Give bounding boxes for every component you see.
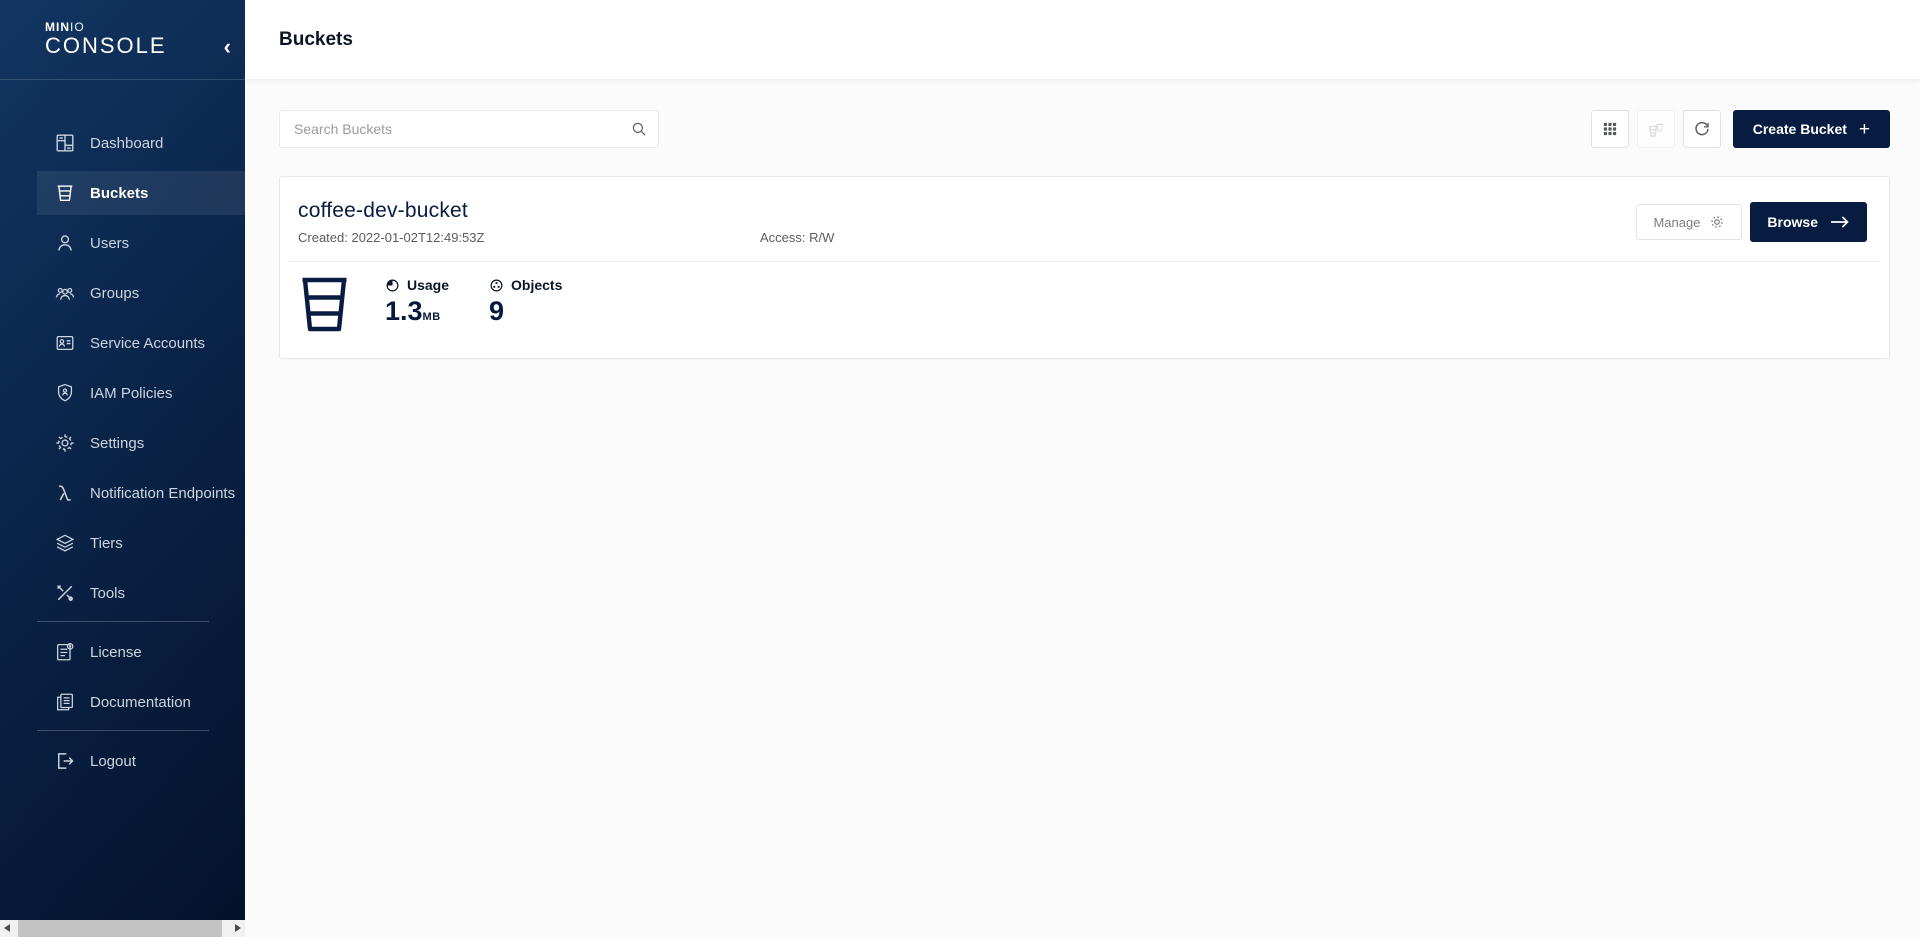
sidebar-item-logout[interactable]: Logout: [37, 739, 245, 783]
search-input[interactable]: [279, 110, 659, 148]
browse-label: Browse: [1767, 214, 1818, 230]
bucket-icon: [300, 277, 349, 332]
usage-metric: Usage 1.3MB: [385, 277, 449, 325]
bucket-card-header: coffee-dev-bucket Created: 2022-01-02T12…: [280, 177, 1889, 261]
sidebar-item-label: Tools: [90, 585, 125, 602]
bucket-meta: Created: 2022-01-02T12:49:53Z Access: R/…: [298, 230, 834, 245]
sidebar-item-label: Documentation: [90, 694, 191, 711]
refresh-icon: [1692, 119, 1712, 139]
page-header: Buckets: [245, 0, 1920, 80]
sidebar-item-tiers[interactable]: Tiers: [37, 521, 245, 565]
sidebar-item-label: Settings: [90, 435, 144, 452]
bucket-card-info: coffee-dev-bucket Created: 2022-01-02T12…: [298, 199, 834, 245]
grid-view-icon: [1600, 119, 1620, 139]
service-accounts-icon: [53, 332, 76, 355]
sidebar-item-label: Service Accounts: [90, 335, 205, 352]
sidebar-item-label: Logout: [90, 753, 136, 770]
bucket-access: Access: R/W: [760, 230, 834, 245]
sidebar-item-tools[interactable]: Tools: [37, 571, 245, 615]
sidebar-item-label: Dashboard: [90, 135, 163, 152]
usage-label-row: Usage: [385, 277, 449, 293]
sidebar-item-label: Buckets: [90, 185, 148, 202]
user-icon: [53, 232, 76, 255]
search-wrap: [279, 110, 659, 148]
sidebar-divider: [37, 621, 209, 622]
sidebar-item-service-accounts[interactable]: Service Accounts: [37, 321, 245, 365]
usage-unit: MB: [423, 311, 441, 323]
scroll-right-arrow-icon[interactable]: [235, 924, 241, 932]
main-content: Create Bucket + coffee-dev-bucket Create…: [245, 80, 1920, 937]
shield-person-icon: [53, 382, 76, 405]
objects-value: 9: [489, 298, 562, 325]
create-bucket-label: Create Bucket: [1753, 121, 1847, 137]
sidebar: MINIO CONSOLE ‹ Dashboard Buckets Users: [0, 0, 245, 937]
scrollbar-thumb[interactable]: [18, 920, 222, 937]
objects-label-row: Objects: [489, 277, 562, 293]
create-bucket-button[interactable]: Create Bucket +: [1733, 110, 1890, 148]
gear-icon: [53, 432, 76, 455]
sidebar-item-dashboard[interactable]: Dashboard: [37, 121, 245, 165]
sidebar-item-label: Tiers: [90, 535, 123, 552]
brand-io-light: IO: [70, 20, 85, 34]
manage-button[interactable]: Manage: [1636, 204, 1742, 240]
sidebar-nav: Dashboard Buckets Users Groups Service A: [0, 80, 245, 783]
brand-min-bold: MIN: [45, 20, 70, 34]
buckets-icon: [53, 182, 76, 205]
objects-icon: [489, 278, 504, 293]
sidebar-item-notification-endpoints[interactable]: Notification Endpoints: [37, 471, 245, 515]
objects-label: Objects: [511, 277, 562, 293]
sidebar-item-label: Groups: [90, 285, 139, 302]
brand-minio: MINIO: [45, 20, 245, 34]
page-title: Buckets: [279, 29, 353, 51]
bucket-name[interactable]: coffee-dev-bucket: [298, 199, 834, 223]
sidebar-horizontal-scrollbar[interactable]: [0, 920, 245, 937]
plus-icon: +: [1859, 120, 1870, 139]
sidebar-item-documentation[interactable]: Documentation: [37, 680, 245, 724]
dashboard-icon: [53, 132, 76, 155]
sidebar-item-groups[interactable]: Groups: [37, 271, 245, 315]
scroll-left-arrow-icon[interactable]: [4, 924, 10, 932]
usage-value: 1.3MB: [385, 298, 449, 325]
sidebar-item-users[interactable]: Users: [37, 221, 245, 265]
sidebar-item-label: IAM Policies: [90, 385, 173, 402]
sidebar-divider: [37, 730, 209, 731]
bucket-list-view-button: [1637, 110, 1675, 148]
objects-metric: Objects 9: [489, 277, 562, 325]
lambda-icon: [53, 482, 76, 505]
tools-icon: [53, 582, 76, 605]
sidebar-collapse-icon[interactable]: ‹: [224, 36, 231, 58]
logout-icon: [53, 750, 76, 773]
usage-number: 1.3: [385, 296, 423, 326]
bucket-card: coffee-dev-bucket Created: 2022-01-02T12…: [279, 176, 1890, 359]
refresh-button[interactable]: [1683, 110, 1721, 148]
bucket-card-buttons: Manage Browse: [1636, 202, 1867, 242]
toolbar-actions: Create Bucket +: [1591, 110, 1890, 148]
sidebar-item-label: Users: [90, 235, 129, 252]
bucket-created: Created: 2022-01-02T12:49:53Z: [298, 230, 760, 245]
sidebar-item-settings[interactable]: Settings: [37, 421, 245, 465]
manage-label: Manage: [1653, 215, 1700, 230]
license-icon: [53, 641, 76, 664]
layers-icon: [53, 532, 76, 555]
groups-icon: [53, 282, 76, 305]
bucket-list-view-icon: [1646, 119, 1666, 139]
sidebar-item-buckets[interactable]: Buckets: [37, 171, 245, 215]
search-icon: [630, 120, 648, 138]
buckets-toolbar: Create Bucket +: [279, 110, 1890, 148]
app-logo: MINIO CONSOLE ‹: [0, 0, 245, 80]
documentation-icon: [53, 691, 76, 714]
arrow-right-icon: [1830, 215, 1850, 229]
sidebar-item-iam-policies[interactable]: IAM Policies: [37, 371, 245, 415]
sidebar-item-license[interactable]: License: [37, 630, 245, 674]
browse-button[interactable]: Browse: [1750, 202, 1867, 242]
sidebar-item-label: Notification Endpoints: [90, 485, 235, 502]
grid-view-button[interactable]: [1591, 110, 1629, 148]
usage-pie-icon: [385, 278, 400, 293]
bucket-metrics: Usage 1.3MB Objects 9: [280, 262, 1889, 358]
gear-icon: [1709, 214, 1725, 230]
usage-label: Usage: [407, 277, 449, 293]
brand-console: CONSOLE: [45, 33, 245, 59]
sidebar-item-label: License: [90, 644, 142, 661]
